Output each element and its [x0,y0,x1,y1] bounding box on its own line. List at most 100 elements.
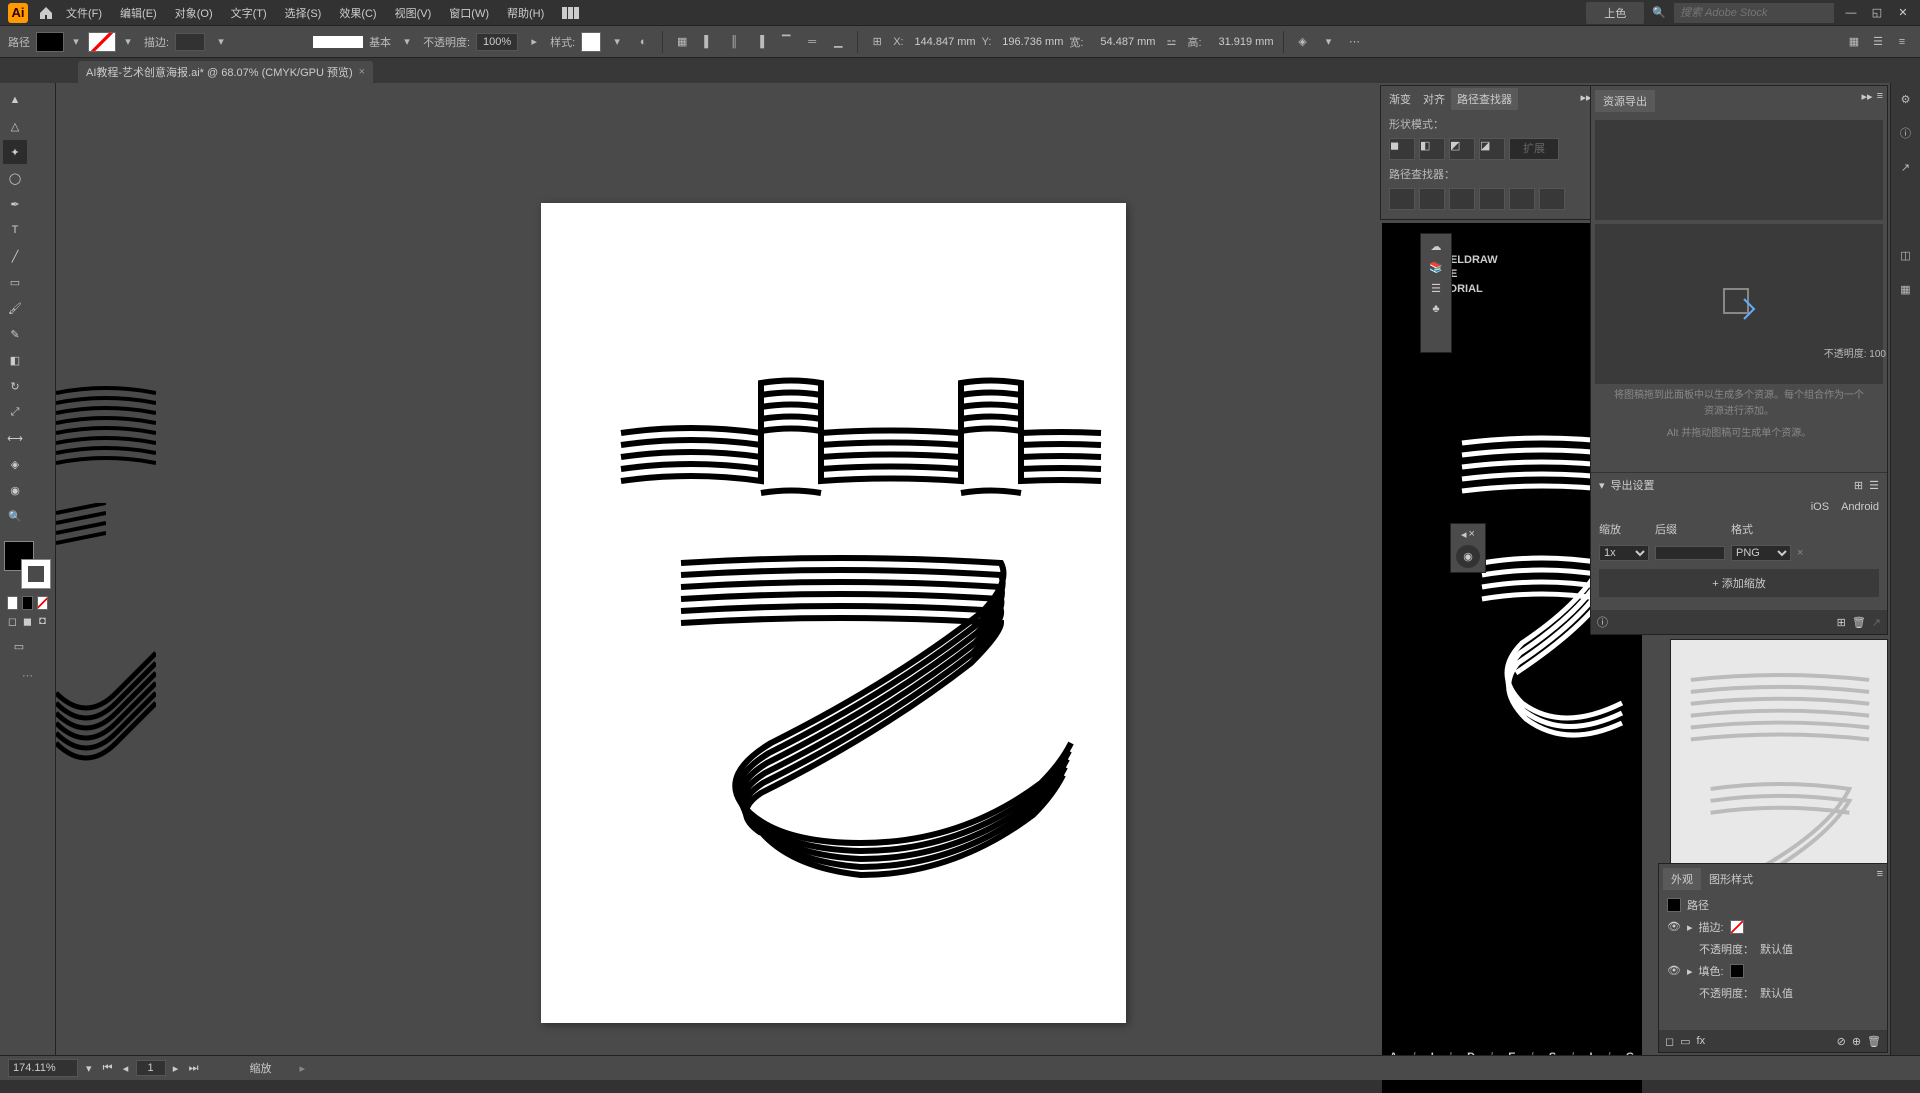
x-input[interactable] [910,33,976,51]
export-run-icon[interactable]: ↗ [1872,616,1881,629]
draw-behind-icon[interactable]: ◼ [22,614,33,628]
paintbrush-tool[interactable]: 🖌 [3,296,27,320]
none-mode-swatch[interactable] [37,596,48,610]
export-grid-icon[interactable]: ⊞ [1854,479,1863,492]
color-mode-swatch[interactable] [7,596,18,610]
document-tab[interactable]: AI教程-艺术创意海报.ai* @ 68.07% (CMYK/GPU 预览) × [78,61,373,83]
css-collapse-icon[interactable]: ◂ [1461,528,1467,541]
gradient-mode-swatch[interactable] [22,596,33,610]
opacity-input[interactable] [476,33,518,51]
visibility-icon[interactable]: 👁 [1667,920,1681,934]
stroke-swatch[interactable] [1730,920,1744,934]
align-hcenter-icon[interactable]: ║ [724,32,744,52]
cc-add-icon[interactable]: ♣ [1432,303,1439,315]
stroke-weight-input[interactable] [175,33,205,51]
remove-row-icon[interactable]: × [1797,547,1803,559]
export-settings-toggle-icon[interactable]: ▾ [1599,479,1605,492]
merge-button[interactable] [1449,188,1475,210]
stroke-stepper-icon[interactable]: ▾ [211,32,231,52]
css-preview-icon[interactable]: ◉ [1456,545,1480,568]
draw-inside-icon[interactable]: ◘ [37,614,48,628]
width-tool[interactable]: ⟷ [3,426,27,450]
export-android-preset[interactable]: Android [1841,501,1879,513]
opacity-dropdown-icon[interactable]: ▸ [524,32,544,52]
outline-button[interactable] [1509,188,1535,210]
align-vcenter-icon[interactable]: ═ [802,32,822,52]
export-preview[interactable] [1595,224,1883,384]
trim-button[interactable] [1419,188,1445,210]
intersect-button[interactable]: ◩ [1449,138,1475,160]
suffix-input[interactable] [1655,546,1725,560]
lasso-tool[interactable]: ◯ [3,166,27,190]
zoom-tool[interactable]: 🔍 [3,504,27,528]
pencil-tool[interactable]: ✎ [3,322,27,346]
cc-list-icon[interactable]: ☰ [1431,282,1441,295]
zoom-input[interactable] [8,1059,78,1077]
type-tool[interactable]: T [3,218,27,242]
info-icon[interactable]: ⓘ [1896,123,1916,143]
stroke-opacity-value[interactable]: 默认值 [1760,941,1793,957]
menu-file[interactable]: 文件(F) [58,1,110,25]
rotate-tool[interactable]: ↻ [3,374,27,398]
stroke-dropdown-icon[interactable]: ▾ [118,32,138,52]
panel-menu-icon[interactable]: ≡ [1892,32,1912,52]
export-trash-icon[interactable]: 🗑 [1852,616,1866,629]
unite-button[interactable]: ◼ [1389,138,1415,160]
add-effect-icon[interactable]: fx [1697,1035,1706,1047]
format-select[interactable]: PNG [1731,545,1791,561]
status-dropdown-icon[interactable]: ▸ [300,1062,306,1075]
fill-swatch[interactable] [36,32,64,52]
expand-icon[interactable]: ↗ [1896,157,1916,177]
stroke-profile-preview[interactable] [313,36,363,48]
menu-arrange-docs[interactable] [554,3,588,23]
h-input[interactable] [1208,33,1274,51]
new-stroke-icon[interactable]: ▭ [1680,1035,1690,1048]
profile-dropdown-icon[interactable]: ▾ [397,32,417,52]
clear-icon[interactable]: ⊘ [1837,1035,1846,1048]
menu-object[interactable]: 对象(O) [167,1,221,25]
shape-builder-icon[interactable]: ◈ [1293,32,1313,52]
minus-front-button[interactable]: ◧ [1419,138,1445,160]
exclude-button[interactable]: ◪ [1479,138,1505,160]
menu-select[interactable]: 选择(S) [277,1,330,25]
view-grid-icon[interactable]: ▦ [1844,32,1864,52]
export-list-icon[interactable]: ☰ [1869,479,1879,492]
cc-libraries-icon[interactable]: 📚 [1429,261,1443,274]
tab-appearance[interactable]: 外观 [1663,868,1701,890]
scale-select[interactable]: 1x [1599,545,1649,561]
expand-fill-icon[interactable]: ▸ [1687,965,1693,978]
align-left-icon[interactable]: ▌ [698,32,718,52]
export-menu-icon[interactable]: ≡ [1877,90,1883,112]
duplicate-icon[interactable]: ⊕ [1852,1035,1861,1048]
tab-pathfinder[interactable]: 路径查找器 [1451,88,1518,110]
transform-reference-icon[interactable]: ⊞ [867,32,887,52]
fill-opacity-value[interactable]: 默认值 [1760,985,1793,1001]
stock-search-input[interactable] [1674,3,1834,23]
swatches-icon[interactable]: ▦ [1896,279,1916,299]
menu-type[interactable]: 文字(T) [223,1,275,25]
recolor-icon[interactable]: ◐ [633,32,653,52]
first-artboard-icon[interactable]: ⏮ [100,1060,116,1076]
link-wh-icon[interactable]: ⚍ [1161,32,1181,52]
expand-button[interactable]: 扩展 [1509,138,1559,160]
export-grid2-icon[interactable]: ⊞ [1837,616,1846,629]
view-list-icon[interactable]: ☰ [1868,32,1888,52]
style-dropdown-icon[interactable]: ▾ [607,32,627,52]
prev-artboard-icon[interactable]: ◂ [118,1060,134,1076]
magic-wand-tool[interactable]: ✦ [3,140,27,164]
tab-close-icon[interactable]: × [359,66,365,78]
workspace-switcher[interactable]: 上色 [1586,2,1644,24]
tab-asset-export[interactable]: 资源导出 [1595,90,1655,112]
delete-icon[interactable]: 🗑 [1867,1035,1881,1048]
crop-button[interactable] [1479,188,1505,210]
isolate-icon[interactable]: ▾ [1319,32,1339,52]
next-artboard-icon[interactable]: ▸ [168,1060,184,1076]
eraser-tool[interactable]: ◧ [3,348,27,372]
fill-dropdown-icon[interactable]: ▾ [66,32,86,52]
add-scale-button[interactable]: + 添加缩放 [1599,569,1879,597]
fill-swatch[interactable] [1730,964,1744,978]
last-artboard-icon[interactable]: ⏭ [186,1060,202,1076]
divide-button[interactable] [1389,188,1415,210]
shape-builder-tool[interactable]: ◉ [3,478,27,502]
artboard-number-input[interactable] [136,1060,166,1076]
